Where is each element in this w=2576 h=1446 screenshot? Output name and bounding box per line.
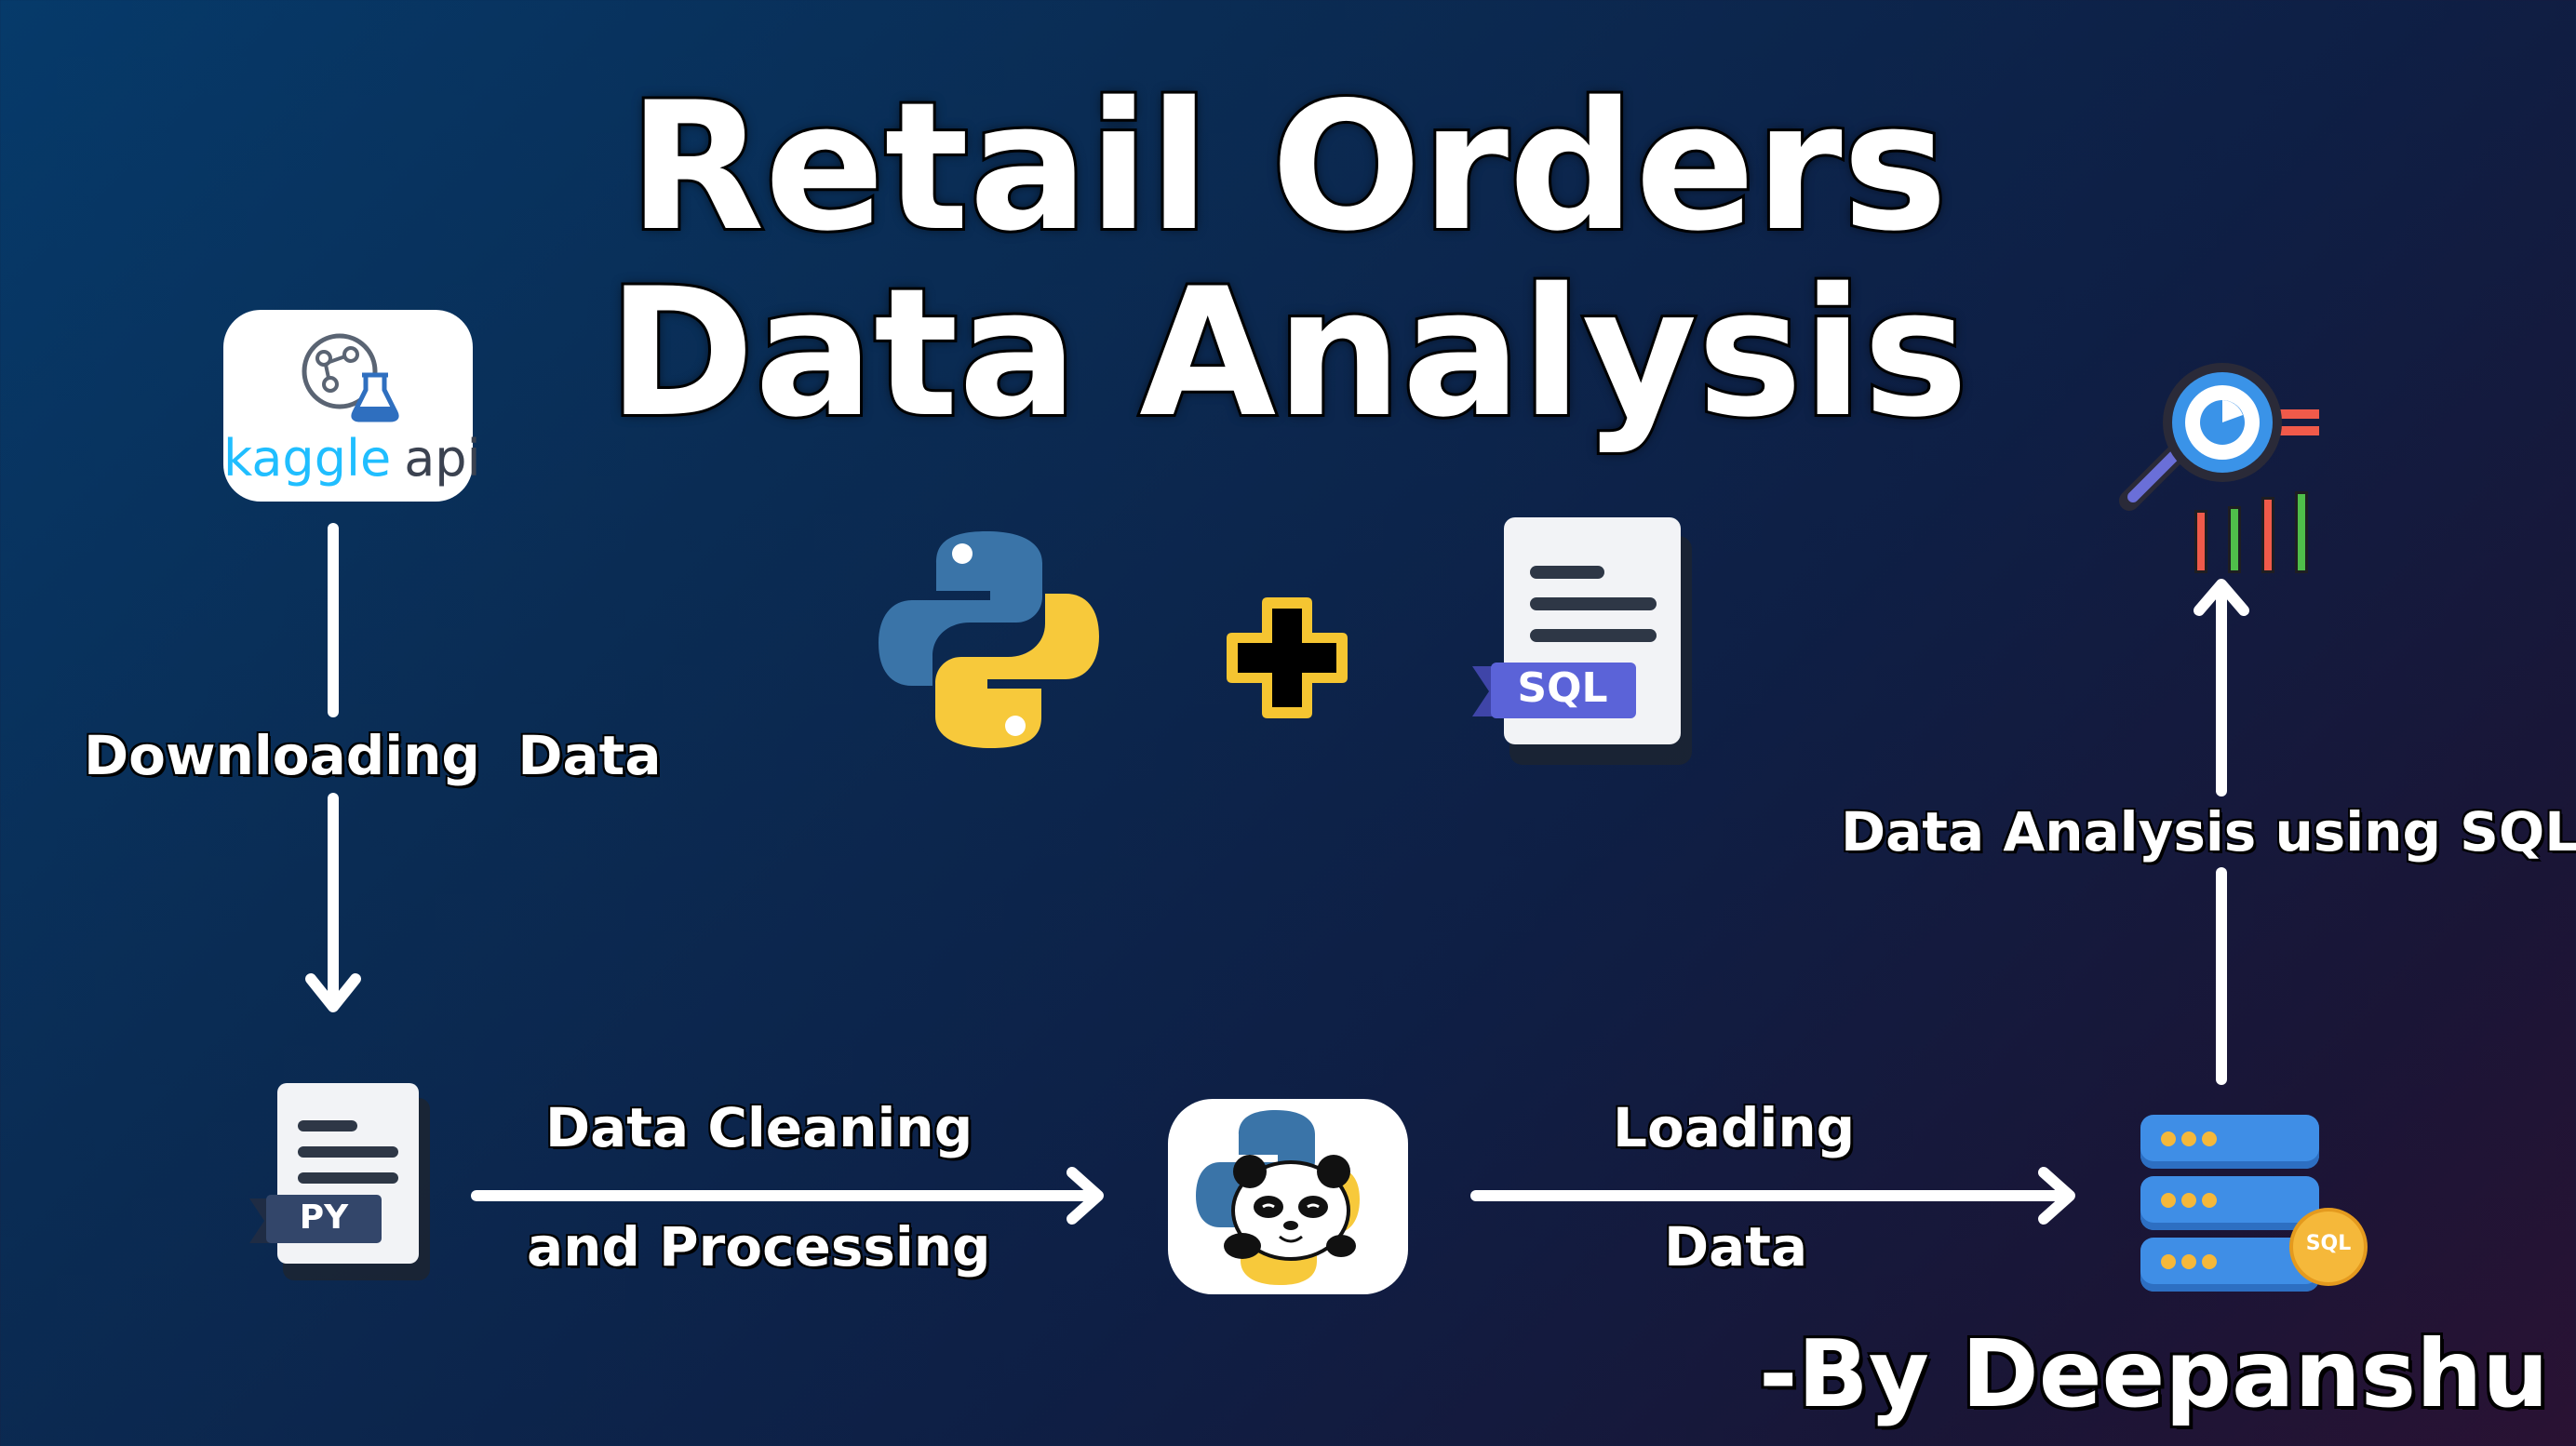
edge-label-loading-1: Loading — [1613, 1096, 1856, 1159]
edge-label-analysis: Data Analysis using SQL — [1841, 800, 2576, 864]
edge-label-cleaning-1: Data Cleaning — [545, 1096, 973, 1159]
arrow-cleaning — [471, 1167, 1104, 1225]
edge-label-loading-2: Data — [1664, 1215, 1808, 1279]
edge-label-downloading: Downloading Data — [84, 724, 662, 787]
edge-label-cleaning-2: and Processing — [527, 1215, 991, 1279]
arrows-layer — [305, 523, 2249, 1225]
arrow-loading — [1470, 1167, 2075, 1225]
author-credit: -By Deepanshu — [1759, 1319, 2549, 1428]
